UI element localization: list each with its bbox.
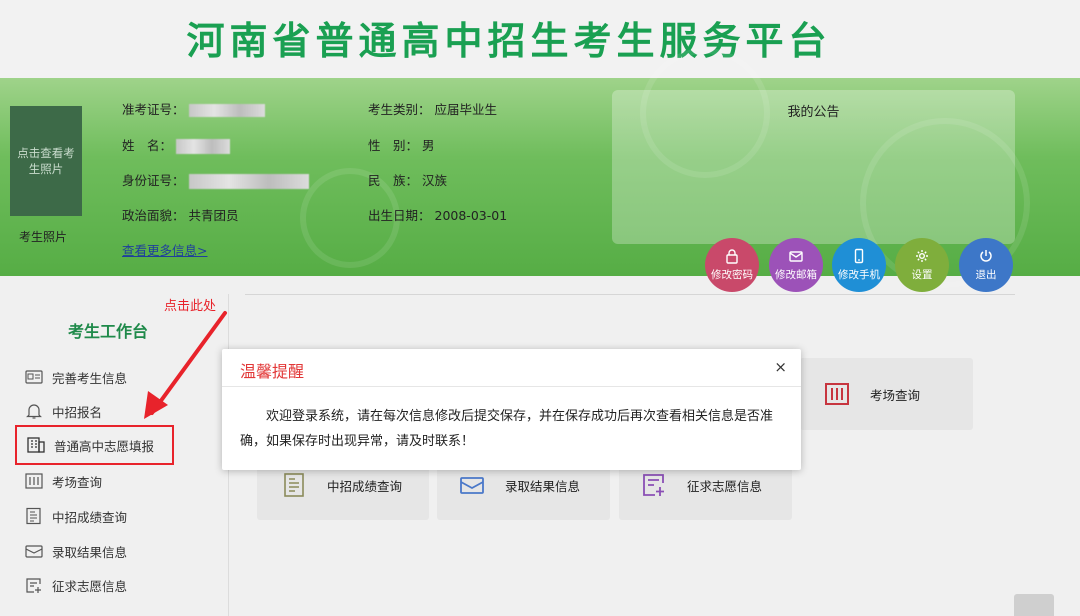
sidebar-item-exam-room[interactable]: 考场查询: [24, 470, 102, 492]
more-info-link[interactable]: 查看更多信息>: [122, 240, 207, 259]
political-label: 政治面貌：: [122, 208, 185, 223]
id-number-label: 身份证号：: [122, 173, 185, 188]
category-value: 应届毕业生: [434, 102, 498, 117]
envelope-icon: [460, 477, 484, 494]
political-row: 政治面貌： 共青团员: [122, 205, 239, 224]
category-row: 考生类别： 应届毕业生: [368, 99, 497, 118]
exam-number-label: 准考证号：: [122, 102, 185, 117]
ethnicity-label: 民 族：: [368, 173, 419, 188]
highlight-box: [15, 425, 174, 465]
change-password-button[interactable]: 修改密码: [705, 238, 759, 292]
id-number-redacted: [188, 174, 309, 189]
power-icon: [980, 250, 992, 262]
sidebar-item-registration[interactable]: 中招报名: [24, 400, 102, 422]
card-label: 录取结果信息: [505, 478, 581, 494]
name-redacted: [176, 139, 230, 154]
gender-row: 性 别： 男: [368, 135, 435, 154]
dialog-header: 温馨提醒 ×: [222, 349, 801, 387]
score-doc-icon: [26, 507, 41, 525]
content-divider: [245, 294, 1015, 295]
close-icon[interactable]: ×: [774, 358, 787, 376]
ethnicity-value: 汉族: [422, 173, 448, 188]
sidebar-item-solicit[interactable]: 征求志愿信息: [24, 574, 127, 596]
birthdate-value: 2008-03-01: [434, 208, 508, 223]
birthdate-label: 出生日期：: [368, 208, 431, 223]
exam-number-redacted: [188, 104, 265, 117]
change-password-label: 修改密码: [711, 269, 753, 281]
ethnicity-row: 民 族： 汉族: [368, 170, 447, 189]
seat-grid-icon: [825, 383, 849, 405]
card-label: 征求志愿信息: [687, 478, 763, 494]
settings-label: 设置: [911, 269, 933, 281]
reminder-dialog: 温馨提醒 × 欢迎登录系统，请在每次信息修改后提交保存，并在保存成功后再次查看相…: [222, 349, 801, 470]
change-email-label: 修改邮箱: [775, 269, 817, 281]
seat-grid-icon: [25, 473, 43, 489]
sidebar-item-label: 完善考生信息: [52, 370, 128, 386]
dialog-title: 温馨提醒: [240, 362, 305, 381]
score-doc-icon: [284, 473, 304, 497]
logout-button[interactable]: 退出: [959, 238, 1013, 292]
change-phone-label: 修改手机: [838, 269, 880, 281]
birthdate-row: 出生日期： 2008-03-01: [368, 205, 507, 224]
dialog-message: 欢迎登录系统，请在每次信息修改后提交保存，并在保存成功后再次查看相关信息是否准确…: [240, 409, 774, 449]
sidebar-item-label: 征求志愿信息: [52, 578, 128, 594]
envelope-icon: [25, 545, 43, 558]
card-label: 中招成绩查询: [327, 478, 403, 494]
bell-icon: [26, 404, 42, 419]
sidebar-item-label: 录取结果信息: [52, 544, 128, 560]
notice-title: 我的公告: [787, 105, 840, 120]
mail-icon: [789, 251, 803, 262]
card-label: 考场查询: [870, 387, 921, 403]
notice-panel: 我的公告: [612, 90, 1015, 244]
political-value: 共青团员: [188, 208, 239, 223]
sidebar-item-label: 中招成绩查询: [52, 509, 128, 525]
change-phone-button[interactable]: 修改手机: [832, 238, 886, 292]
sidebar-item-complete-info[interactable]: 完善考生信息: [24, 366, 127, 388]
photo-label: 考生照片: [19, 230, 68, 244]
settings-button[interactable]: 设置: [895, 238, 949, 292]
change-email-button[interactable]: 修改邮箱: [769, 238, 823, 292]
site-title: 河南省普通高中招生考生服务平台: [186, 19, 832, 63]
lock-icon: [726, 249, 738, 264]
logout-label: 退出: [975, 269, 997, 281]
card-exam-room[interactable]: 考场查询: [800, 358, 973, 430]
sidebar-item-admission[interactable]: 录取结果信息: [24, 540, 127, 562]
photo-placeholder-text: 点击查看考生照片: [17, 146, 75, 176]
title-bar: 河南省普通高中招生考生服务平台: [0, 0, 1080, 78]
back-to-top-button[interactable]: [1014, 594, 1054, 616]
category-label: 考生类别：: [368, 102, 431, 117]
phone-icon: [854, 248, 864, 264]
add-form-icon: [26, 578, 41, 593]
exam-number-row: 准考证号：: [122, 99, 265, 118]
sidebar-item-label: 中招报名: [52, 404, 103, 420]
gender-label: 性 别：: [368, 138, 419, 153]
gender-value: 男: [422, 138, 435, 153]
gear-icon: [916, 250, 928, 262]
sidebar-item-scores[interactable]: 中招成绩查询: [24, 505, 127, 527]
add-form-icon: [643, 474, 664, 496]
id-card-icon: [25, 370, 43, 384]
student-photo[interactable]: 点击查看考生照片: [10, 106, 82, 216]
sidebar-item-label: 考场查询: [52, 474, 103, 490]
name-row: 姓 名：: [122, 135, 230, 154]
id-number-row: 身份证号：: [122, 170, 309, 189]
name-label: 姓 名：: [122, 138, 173, 153]
